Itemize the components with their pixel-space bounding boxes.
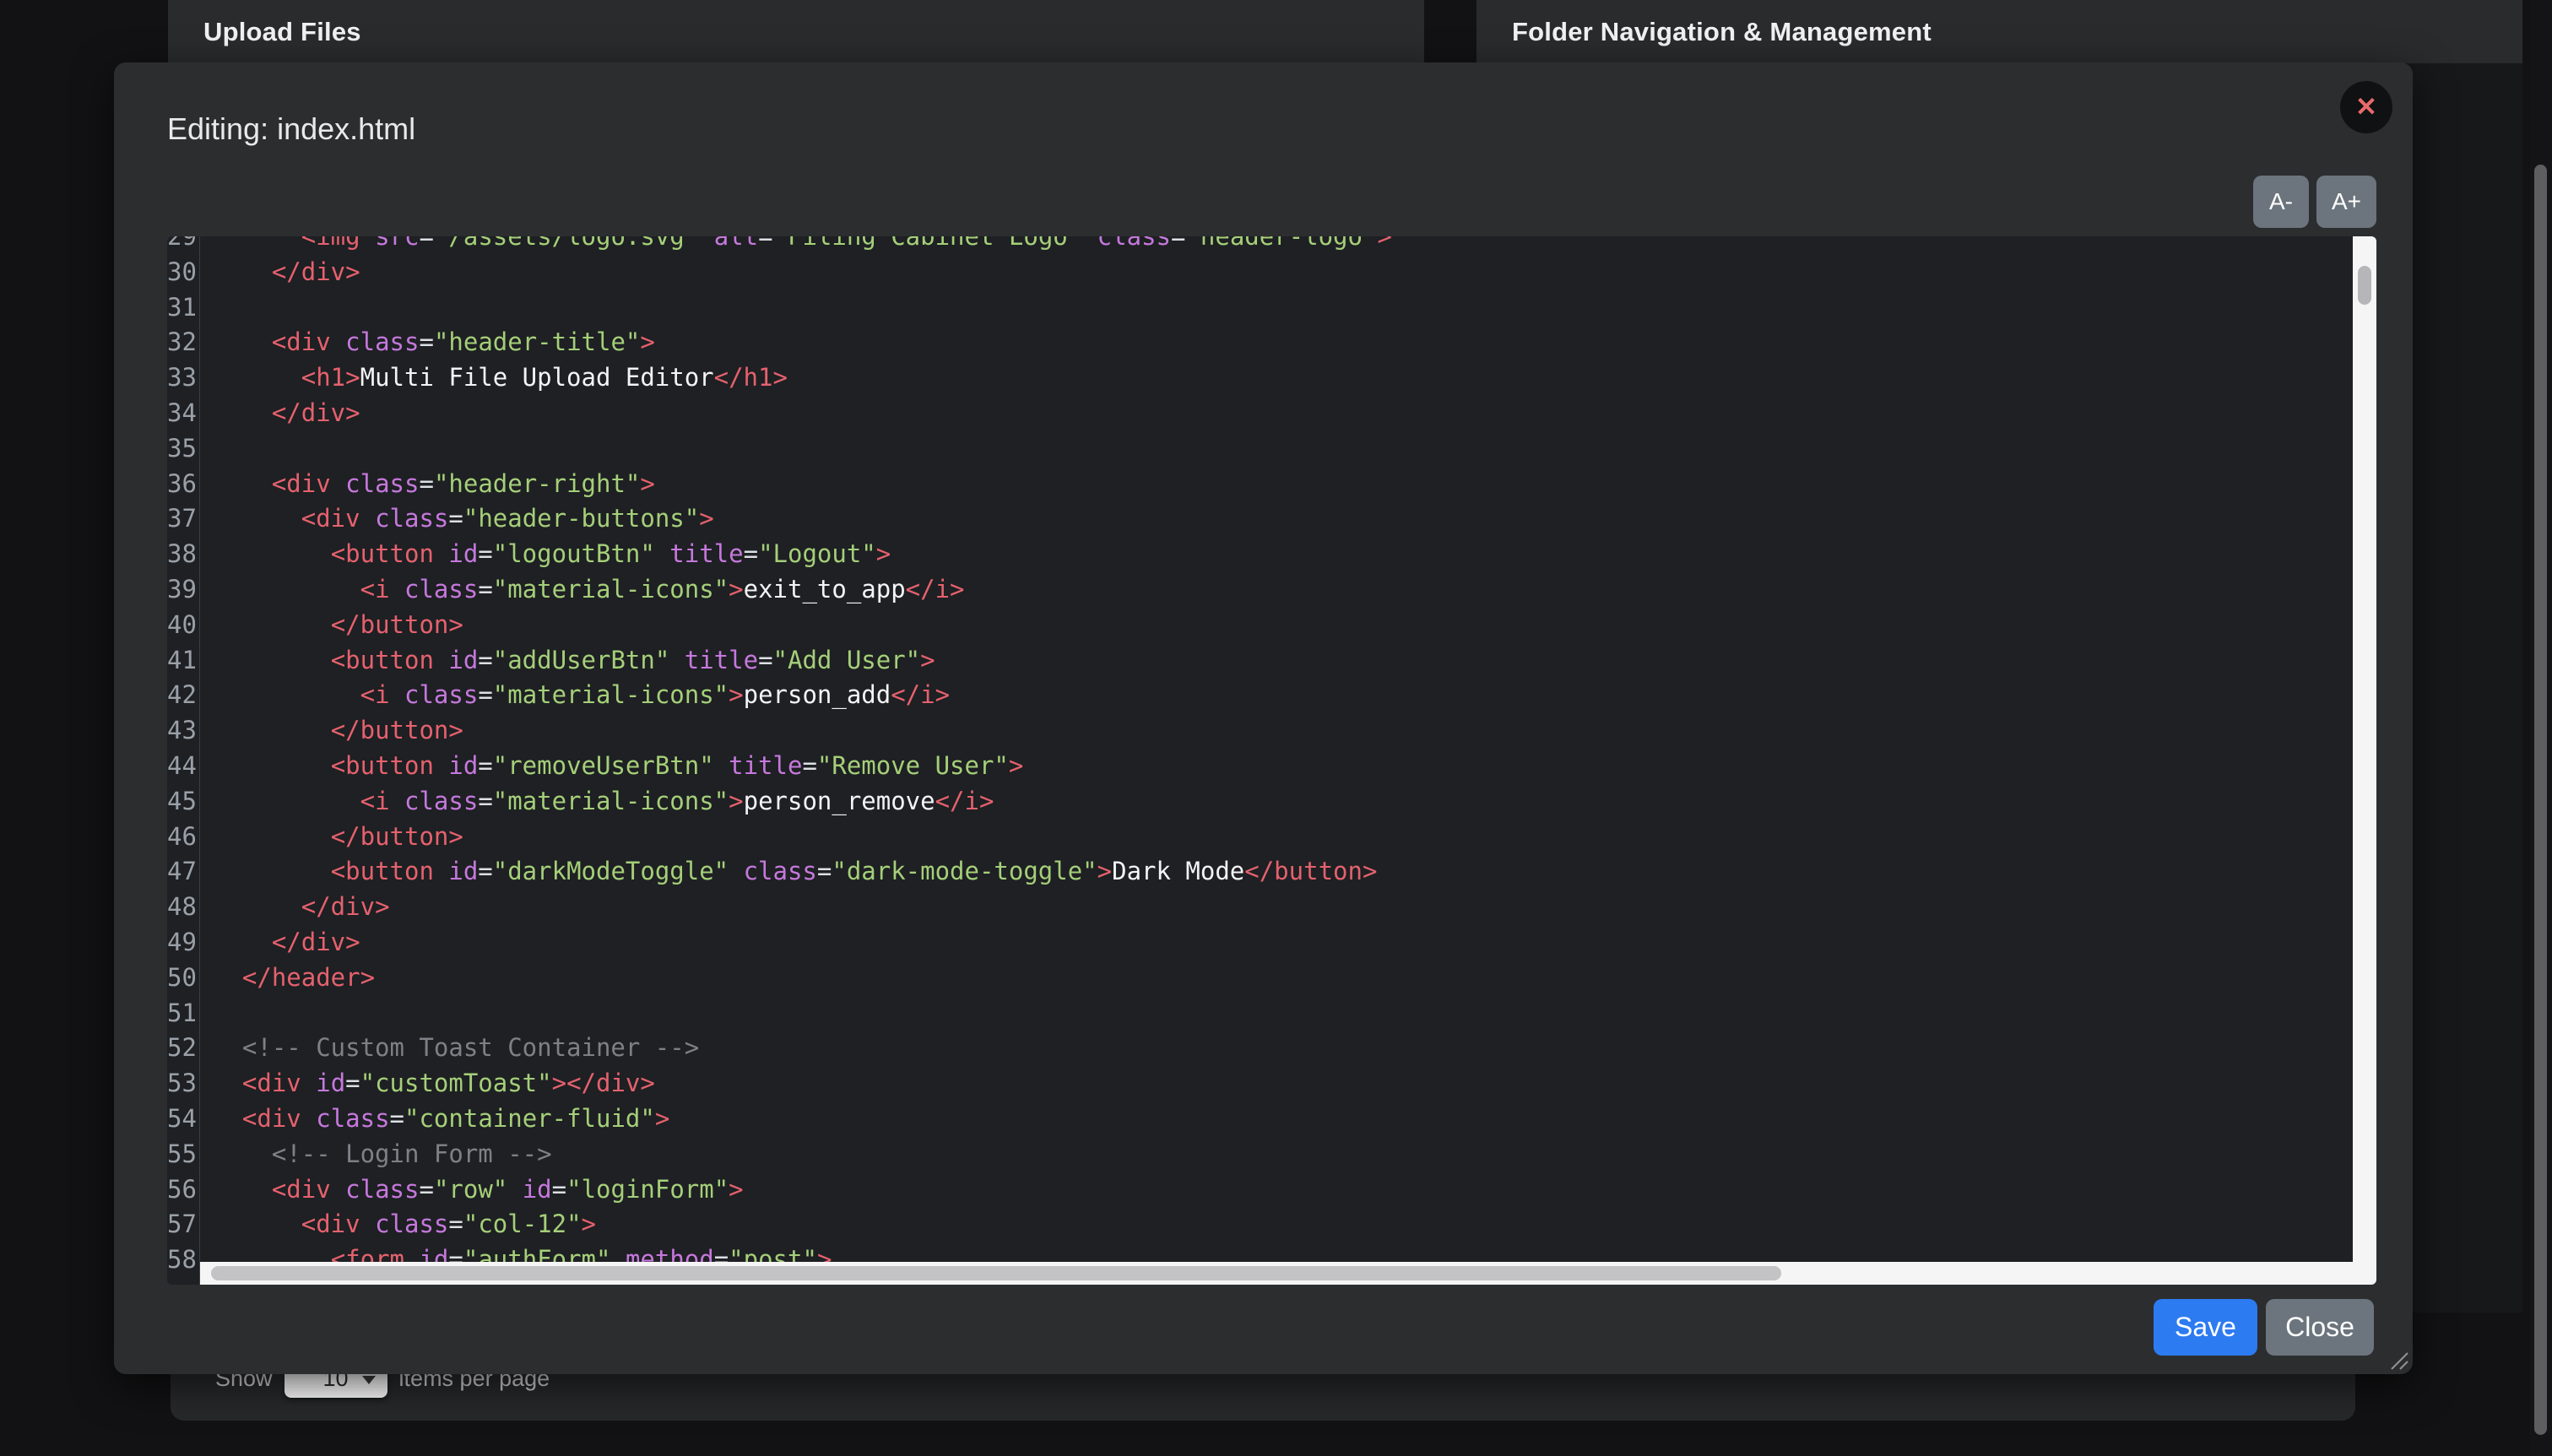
save-button[interactable]: Save	[2154, 1299, 2257, 1356]
code-line: 38 <button id="logoutBtn" title="Logout"…	[167, 537, 2353, 572]
code-line: 42 <i class="material-icons">person_add<…	[167, 678, 2353, 713]
page-scrollbar-thumb[interactable]	[2534, 165, 2547, 1435]
line-number: 37	[167, 501, 201, 537]
code-line: 52<!-- Custom Toast Container -->	[167, 1031, 2353, 1066]
code-line: 49 </div>	[167, 925, 2353, 961]
modal-close-x-button[interactable]: ✕	[2340, 81, 2392, 133]
code-line: 54<div class="container-fluid">	[167, 1101, 2353, 1137]
line-number: 36	[167, 467, 201, 502]
line-number: 49	[167, 925, 201, 961]
line-number: 40	[167, 608, 201, 643]
folder-navigation-header: Folder Navigation & Management	[1476, 0, 2522, 63]
line-number: 38	[167, 537, 201, 572]
code-line: 45 <i class="material-icons">person_remo…	[167, 784, 2353, 820]
code-line: 41 <button id="addUserBtn" title="Add Us…	[167, 643, 2353, 679]
page-scrollbar[interactable]	[2530, 0, 2552, 1456]
code-line: 29 <img src="/assets/logo.svg" alt="Fili…	[167, 236, 2353, 255]
line-number: 47	[167, 854, 201, 890]
code-line: 44 <button id="removeUserBtn" title="Rem…	[167, 749, 2353, 784]
font-increase-button[interactable]: A+	[2316, 176, 2376, 228]
line-number: 31	[167, 290, 201, 326]
line-number: 55	[167, 1137, 201, 1172]
line-number: 51	[167, 996, 201, 1031]
folder-navigation-title: Folder Navigation & Management	[1512, 17, 1932, 47]
line-number: 46	[167, 820, 201, 855]
line-number: 56	[167, 1172, 201, 1208]
line-number: 50	[167, 961, 201, 996]
line-number: 30	[167, 255, 201, 290]
code-line: 34 </div>	[167, 396, 2353, 431]
code-line: 51	[167, 996, 2353, 1031]
code-line: 31	[167, 290, 2353, 326]
code-line: 37 <div class="header-buttons">	[167, 501, 2353, 537]
code-line: 50</header>	[167, 961, 2353, 996]
line-number: 41	[167, 643, 201, 679]
line-number: 33	[167, 360, 201, 396]
upload-files-header: Upload Files	[168, 0, 1424, 63]
code-line: 47 <button id="darkModeToggle" class="da…	[167, 854, 2353, 890]
vertical-scrollbar-thumb[interactable]	[2358, 266, 2371, 305]
line-number: 44	[167, 749, 201, 784]
code-line: 40 </button>	[167, 608, 2353, 643]
code-line: 39 <i class="material-icons">exit_to_app…	[167, 572, 2353, 608]
modal-title: Editing: index.html	[167, 111, 415, 147]
code-line: 48 </div>	[167, 890, 2353, 925]
line-number: 42	[167, 678, 201, 713]
code-line: 30 </div>	[167, 255, 2353, 290]
code-line: 53<div id="customToast"></div>	[167, 1066, 2353, 1101]
line-number: 29	[167, 236, 201, 255]
code-line: 32 <div class="header-title">	[167, 325, 2353, 360]
code-line: 36 <div class="header-right">	[167, 467, 2353, 502]
line-number: 35	[167, 431, 201, 467]
gutter-divider	[199, 236, 200, 1285]
font-decrease-button[interactable]: A-	[2253, 176, 2309, 228]
line-number: 43	[167, 713, 201, 749]
line-number: 54	[167, 1101, 201, 1137]
close-button[interactable]: Close	[2266, 1299, 2374, 1356]
code-lines: 29 <img src="/assets/logo.svg" alt="Fili…	[167, 236, 2353, 1285]
editor-vertical-scrollbar[interactable]	[2353, 236, 2376, 1285]
code-line: 33 <h1>Multi File Upload Editor</h1>	[167, 360, 2353, 396]
editor-horizontal-scrollbar[interactable]	[200, 1262, 2353, 1285]
line-number: 48	[167, 890, 201, 925]
upload-files-title: Upload Files	[203, 17, 361, 47]
code-line: 57 <div class="col-12">	[167, 1207, 2353, 1242]
code-line: 35	[167, 431, 2353, 467]
line-number: 39	[167, 572, 201, 608]
line-number: 34	[167, 396, 201, 431]
horizontal-scrollbar-thumb[interactable]	[211, 1266, 1781, 1280]
line-number: 52	[167, 1031, 201, 1066]
code-editor[interactable]: 29 <img src="/assets/logo.svg" alt="Fili…	[167, 236, 2376, 1285]
code-line: 55 <!-- Login Form -->	[167, 1137, 2353, 1172]
code-line: 56 <div class="row" id="loginForm">	[167, 1172, 2353, 1208]
line-number: 53	[167, 1066, 201, 1101]
line-number: 58	[167, 1242, 201, 1278]
edit-file-modal: Editing: index.html ✕ A- A+ 29 <img src=…	[114, 62, 2413, 1374]
line-number: 45	[167, 784, 201, 820]
line-number: 32	[167, 325, 201, 360]
close-icon: ✕	[2355, 92, 2377, 122]
code-line: 46 </button>	[167, 820, 2353, 855]
line-number: 57	[167, 1207, 201, 1242]
resize-handle-icon[interactable]	[2387, 1348, 2408, 1370]
code-line: 43 </button>	[167, 713, 2353, 749]
